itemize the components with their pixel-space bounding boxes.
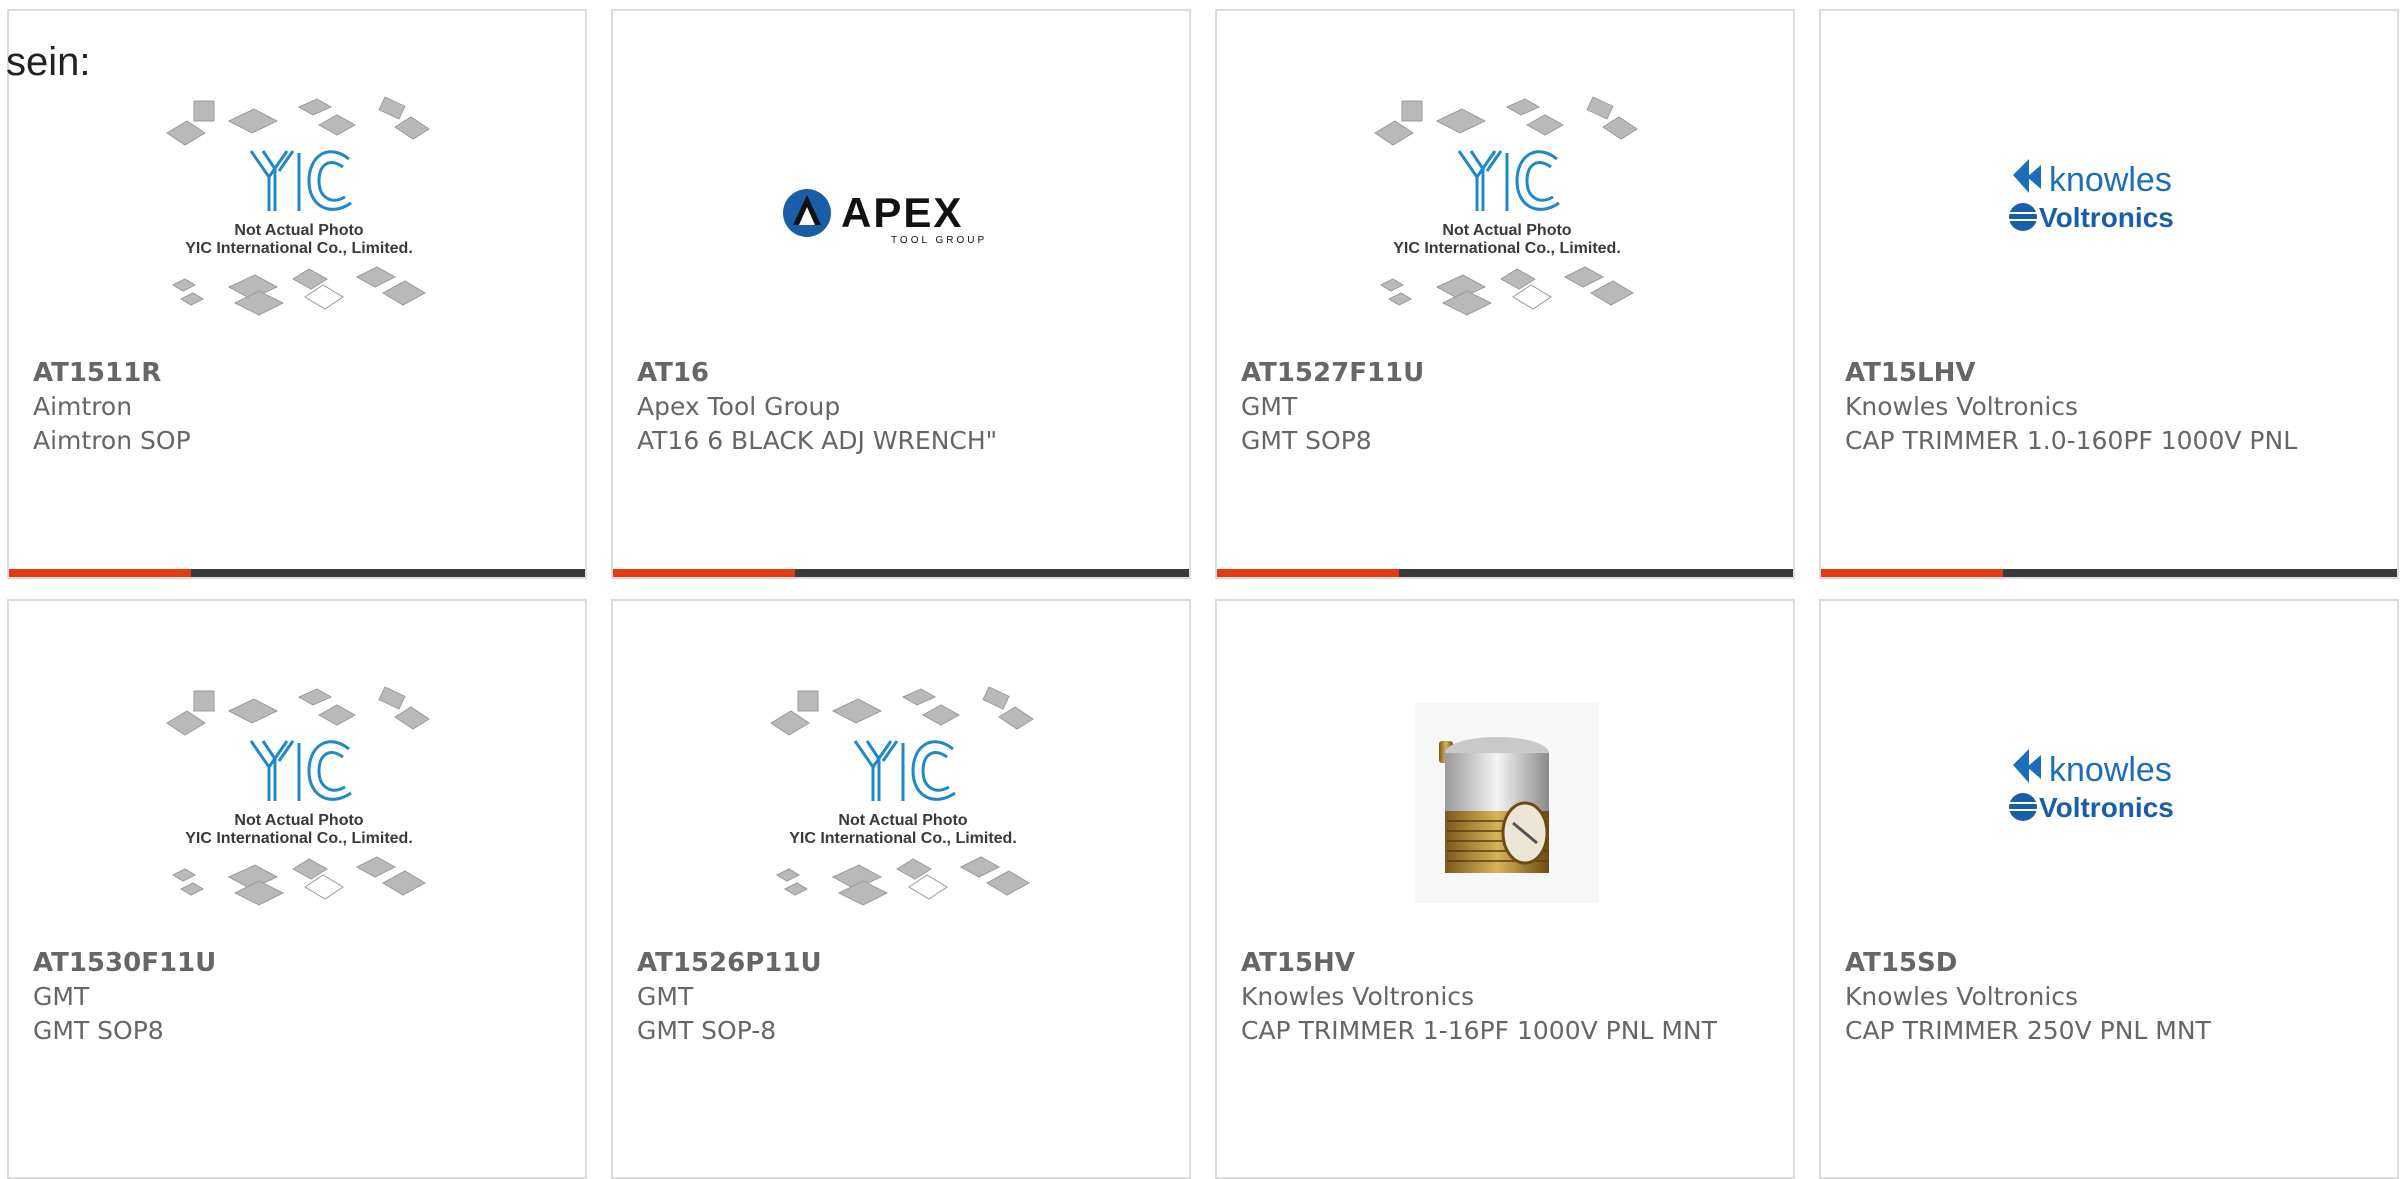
part-number[interactable]: AT1527F11U — [1241, 356, 1741, 390]
product-card[interactable]: AT15HV Knowles Voltronics CAP TRIMMER 1-… — [1215, 599, 1795, 1179]
part-number[interactable]: AT15HV — [1241, 946, 1741, 980]
yic-placeholder-image: Not Actual Photo YIC International Co., … — [1374, 96, 1638, 316]
product-image[interactable]: Not Actual Photo YIC International Co., … — [9, 93, 585, 333]
placeholder-line2: YIC International Co., Limited. — [789, 830, 1017, 847]
placeholder-line1: Not Actual Photo — [1442, 222, 1571, 239]
product-image[interactable]: knowles Voltronics — [1821, 93, 2397, 333]
description: CAP TRIMMER 1.0-160PF 1000V PNL — [1845, 426, 2298, 455]
card-bottom-bar — [9, 569, 585, 577]
part-number[interactable]: AT1526P11U — [637, 946, 1137, 980]
product-card[interactable]: APEX TOOL GROUP AT16 Apex Tool Group AT1… — [611, 9, 1191, 579]
placeholder-line2: YIC International Co., Limited. — [1393, 240, 1621, 257]
knowles-logo-line1: knowles — [2049, 751, 2172, 789]
page-intro-text: sein: — [6, 40, 91, 84]
placeholder-line2: YIC International Co., Limited. — [185, 240, 413, 257]
product-card[interactable]: knowles Voltronics AT15LHV Knowles Voltr… — [1819, 9, 2399, 579]
knowles-logo-line1: knowles — [2049, 161, 2172, 199]
manufacturer: Knowles Voltronics — [1241, 982, 1475, 1011]
description: AT16 6 BLACK ADJ WRENCH" — [637, 426, 998, 455]
knowles-logo-image: knowles Voltronics — [2009, 749, 2174, 823]
product-card[interactable]: Not Actual Photo YIC International Co., … — [611, 599, 1191, 1179]
yic-placeholder-image: Not Actual Photo YIC International Co., … — [166, 96, 430, 316]
manufacturer: Knowles Voltronics — [1845, 982, 2079, 1011]
placeholder-line1: Not Actual Photo — [838, 812, 967, 829]
part-number[interactable]: AT1511R — [33, 356, 533, 390]
card-bottom-bar — [1821, 569, 2397, 577]
product-card[interactable]: Not Actual Photo YIC International Co., … — [7, 599, 587, 1179]
part-number[interactable]: AT16 — [637, 356, 1137, 390]
card-bottom-bar — [613, 569, 1189, 577]
placeholder-line1: Not Actual Photo — [234, 812, 363, 829]
yic-placeholder-image: Not Actual Photo YIC International Co., … — [770, 686, 1034, 906]
placeholder-line1: Not Actual Photo — [234, 222, 363, 239]
product-image[interactable]: Not Actual Photo YIC International Co., … — [9, 683, 585, 923]
trimmer-capacitor-photo — [1415, 703, 1599, 903]
product-image[interactable] — [1217, 683, 1793, 923]
card-accent-bar — [1217, 569, 1399, 577]
manufacturer: GMT — [637, 982, 694, 1011]
placeholder-line2: YIC International Co., Limited. — [185, 830, 413, 847]
description: GMT SOP-8 — [637, 1016, 777, 1045]
manufacturer: Knowles Voltronics — [1845, 392, 2079, 421]
part-number[interactable]: AT15SD — [1845, 946, 2345, 980]
apex-logo-name: APEX — [841, 189, 963, 236]
description: Aimtron SOP — [33, 426, 191, 455]
product-card[interactable]: knowles Voltronics AT15SD Knowles Voltro… — [1819, 599, 2399, 1179]
manufacturer: GMT — [1241, 392, 1298, 421]
product-grid: Not Actual Photo YIC International Co., … — [0, 0, 2400, 1179]
manufacturer: Aimtron — [33, 392, 133, 421]
knowles-logo-line2: Voltronics — [2039, 792, 2174, 823]
description: GMT SOP8 — [1241, 426, 1372, 455]
product-image[interactable]: knowles Voltronics — [1821, 683, 2397, 923]
yic-placeholder-image: Not Actual Photo YIC International Co., … — [166, 686, 430, 906]
product-image[interactable]: APEX TOOL GROUP — [613, 93, 1189, 333]
card-bottom-bar — [1217, 569, 1793, 577]
product-card[interactable]: Not Actual Photo YIC International Co., … — [7, 9, 587, 579]
part-number[interactable]: AT1530F11U — [33, 946, 533, 980]
knowles-logo-image: knowles Voltronics — [2009, 159, 2174, 233]
card-accent-bar — [9, 569, 191, 577]
part-number[interactable]: AT15LHV — [1845, 356, 2345, 390]
manufacturer: Apex Tool Group — [637, 392, 841, 421]
apex-logo-image: APEX TOOL GROUP — [783, 189, 987, 246]
product-image[interactable]: Not Actual Photo YIC International Co., … — [1217, 93, 1793, 333]
description: GMT SOP8 — [33, 1016, 164, 1045]
manufacturer: GMT — [33, 982, 90, 1011]
apex-logo-sub: TOOL GROUP — [891, 235, 987, 246]
description: CAP TRIMMER 250V PNL MNT — [1845, 1016, 2211, 1045]
description: CAP TRIMMER 1-16PF 1000V PNL MNT — [1241, 1016, 1717, 1045]
knowles-logo-line2: Voltronics — [2039, 202, 2174, 233]
product-card[interactable]: Not Actual Photo YIC International Co., … — [1215, 9, 1795, 579]
card-accent-bar — [613, 569, 795, 577]
card-accent-bar — [1821, 569, 2003, 577]
product-image[interactable]: Not Actual Photo YIC International Co., … — [613, 683, 1189, 923]
